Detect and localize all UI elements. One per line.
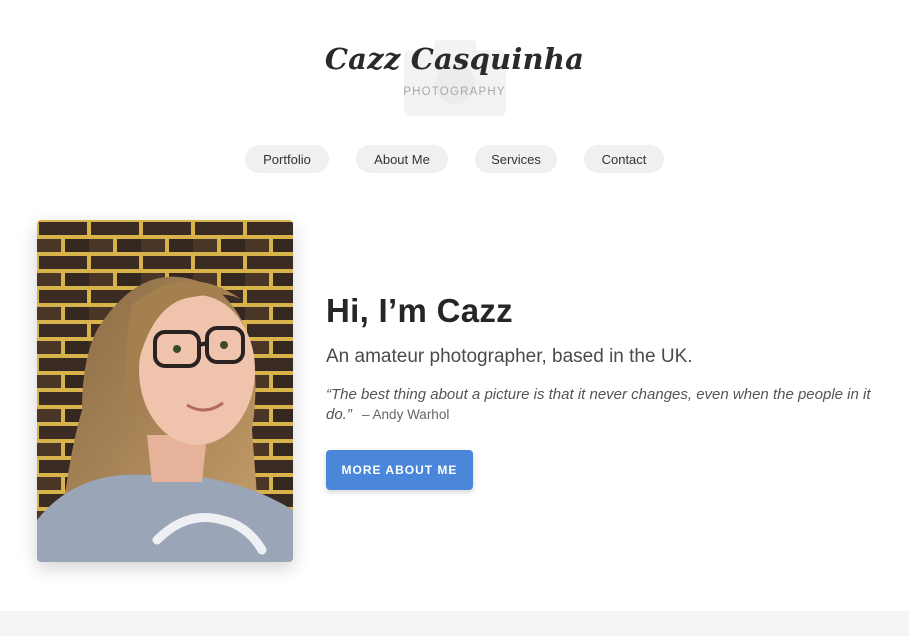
- hero-heading: Hi, I’m Cazz: [326, 292, 513, 329]
- nav-services[interactable]: Services: [475, 145, 557, 173]
- site-logo[interactable]: Cazz Casquinha PHOTOGRAPHY: [0, 22, 909, 122]
- main-nav: Portfolio About Me Services Contact: [0, 145, 909, 173]
- footer-band: [0, 611, 909, 636]
- hero-quote: “The best thing about a picture is that …: [326, 385, 871, 425]
- nav-about-me[interactable]: About Me: [356, 145, 448, 173]
- nav-contact[interactable]: Contact: [584, 145, 664, 173]
- quote-author: – Andy Warhol: [362, 407, 450, 422]
- nav-portfolio[interactable]: Portfolio: [245, 145, 329, 173]
- more-about-me-button[interactable]: MORE ABOUT ME: [326, 450, 473, 490]
- brand-subtitle: PHOTOGRAPHY: [403, 86, 506, 98]
- brand-title: Cazz Casquinha: [324, 42, 585, 76]
- portrait-photo: [37, 220, 293, 562]
- hero-subheading: An amateur photographer, based in the UK…: [326, 346, 693, 367]
